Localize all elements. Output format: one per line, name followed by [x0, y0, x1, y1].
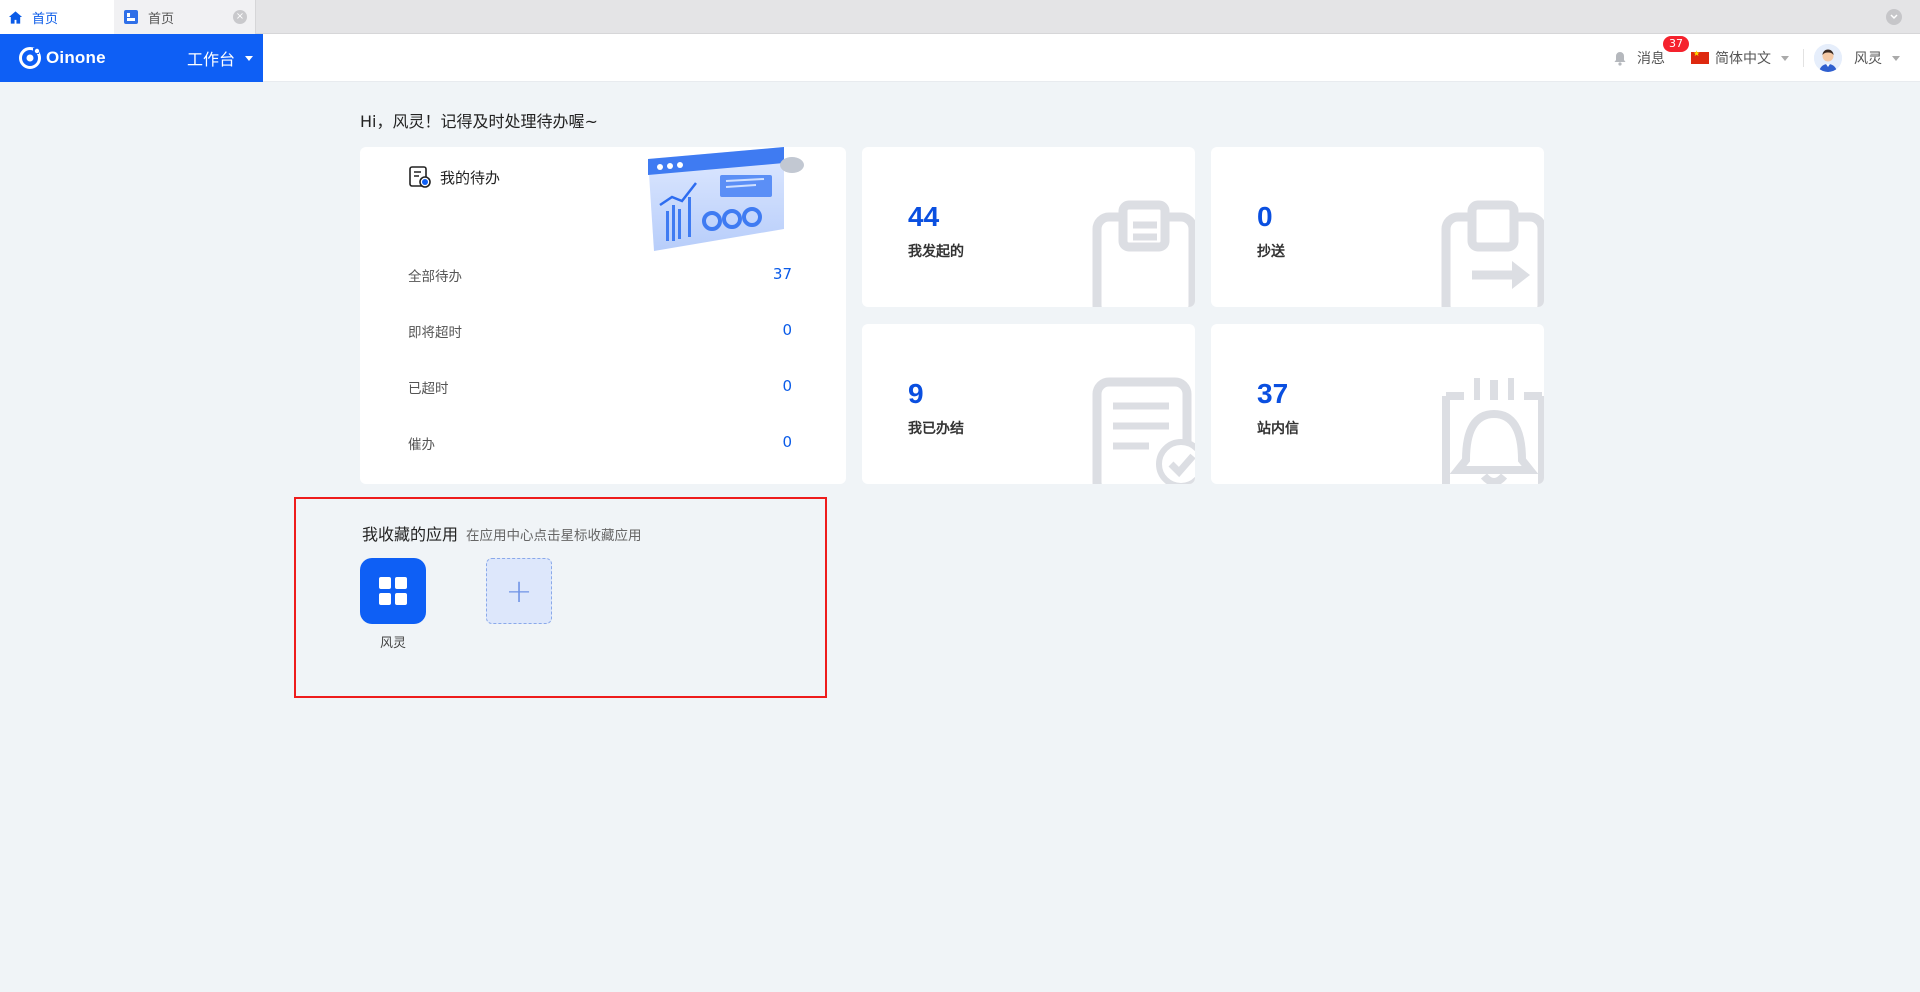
browser-tab-strip: 首页 首页 ×: [0, 0, 1920, 34]
stat-card-initiated[interactable]: 44 我发起的: [862, 147, 1195, 307]
app-header: Oinone 工作台 消息 37 简体中文: [0, 34, 1920, 82]
close-icon[interactable]: ×: [233, 10, 247, 24]
favorite-app-name: 风灵: [379, 636, 406, 651]
stat-value: 44: [908, 201, 940, 232]
stat-card-completed[interactable]: 9 我已办结: [862, 324, 1195, 484]
workbench-dropdown[interactable]: 工作台: [187, 34, 253, 82]
todo-row-all[interactable]: 全部待办 37: [408, 265, 792, 285]
bell-icon: [1438, 374, 1544, 484]
avatar: [1814, 44, 1842, 72]
messages-button[interactable]: 消息 37: [1613, 36, 1689, 68]
todo-row-value: 0: [782, 321, 792, 339]
bell-icon: [1613, 51, 1627, 66]
messages-badge: 37: [1663, 36, 1689, 52]
favorite-app-tile[interactable]: 风灵: [360, 558, 426, 651]
todo-row-value: 0: [782, 433, 792, 451]
todo-row-label: 催办: [408, 437, 435, 453]
messages-label: 消息: [1637, 51, 1665, 67]
stat-value: 37: [1257, 378, 1289, 409]
stat-label: 我已办结: [908, 421, 964, 437]
todo-row-label: 已超时: [408, 381, 449, 397]
logo[interactable]: Oinone: [18, 46, 106, 70]
stat-card-cc[interactable]: 0 抄送: [1211, 147, 1544, 307]
home-icon: [8, 10, 23, 25]
grid-icon: [360, 558, 426, 624]
add-favorite-button[interactable]: +: [486, 558, 552, 624]
header-actions: 消息 37 简体中文 风灵: [1613, 34, 1900, 82]
stat-label: 抄送: [1257, 244, 1285, 260]
language-label: 简体中文: [1715, 51, 1771, 67]
greeting-text: Hi，风灵！记得及时处理待办喔~: [360, 112, 598, 131]
china-flag-icon: [1691, 49, 1709, 64]
language-selector[interactable]: 简体中文: [1691, 48, 1789, 68]
todo-card-title: 我的待办: [408, 165, 500, 189]
chevron-down-icon[interactable]: [1886, 9, 1902, 25]
workbench-label: 工作台: [186, 50, 235, 69]
clipboard-icon: [1089, 197, 1195, 307]
todo-list-icon: [408, 165, 432, 189]
brand-bar: Oinone 工作台: [0, 34, 263, 82]
browser-tab-home[interactable]: 首页: [0, 0, 114, 34]
todo-row-value: 37: [772, 265, 792, 283]
browser-tab-page[interactable]: 首页 ×: [114, 0, 256, 34]
favorite-apps-header: 我收藏的应用 在应用中心点击星标收藏应用: [362, 521, 642, 545]
user-name: 风灵: [1854, 51, 1882, 67]
caret-down-icon: [1781, 55, 1789, 61]
caret-down-icon: [245, 55, 253, 61]
document-check-icon: [1089, 374, 1195, 484]
brand-name: Oinone: [46, 48, 106, 67]
oinone-logo-icon: [19, 47, 41, 69]
divider: [1803, 49, 1804, 67]
stat-value: 9: [908, 378, 924, 409]
todo-row-near-timeout[interactable]: 即将超时 0: [408, 321, 792, 341]
todo-title-text: 我的待办: [440, 168, 501, 187]
todo-row-timed-out[interactable]: 已超时 0: [408, 377, 792, 397]
todo-row-urge[interactable]: 催办 0: [408, 433, 792, 453]
stat-value: 0: [1257, 201, 1273, 232]
stat-label: 我发起的: [908, 244, 964, 260]
todo-row-label: 全部待办: [408, 269, 462, 285]
browser-tab-label: 首页: [32, 11, 59, 27]
stat-card-inbox[interactable]: 37 站内信: [1211, 324, 1544, 484]
favorite-apps-hint: 在应用中心点击星标收藏应用: [466, 528, 642, 544]
todo-card: 我的待办 全部待办 37 即将超时 0 已超时 0 催办 0: [360, 147, 846, 484]
todo-row-value: 0: [782, 377, 792, 395]
stat-label: 站内信: [1257, 421, 1299, 437]
favorite-apps-section: 我收藏的应用 在应用中心点击星标收藏应用 风灵 +: [294, 497, 827, 698]
todo-row-label: 即将超时: [408, 325, 462, 341]
app-page-icon: [124, 9, 139, 25]
browser-tab-label: 首页: [148, 11, 175, 27]
dashboard-illustration: [632, 147, 812, 271]
user-menu[interactable]: 风灵: [1814, 44, 1900, 72]
clipboard-forward-icon: [1438, 197, 1544, 307]
favorite-apps-title: 我收藏的应用: [362, 525, 459, 544]
caret-down-icon: [1892, 55, 1900, 61]
